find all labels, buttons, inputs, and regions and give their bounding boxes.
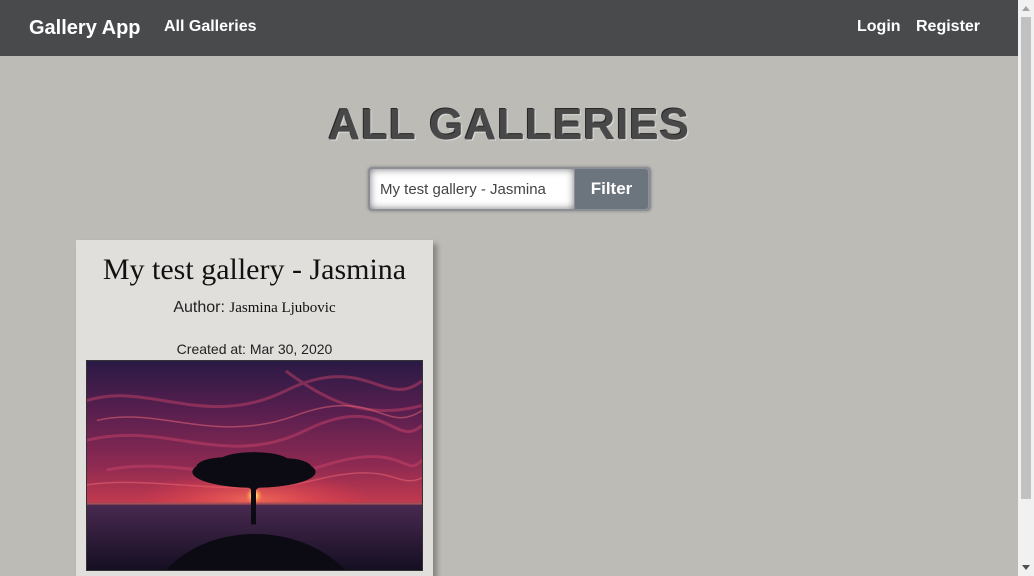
main-content: ALL GALLERIES Filter My test gallery - J… [0, 56, 1018, 576]
created-label: Created at: [176, 341, 246, 357]
gallery-card: My test gallery - Jasmina Author: Jasmin… [76, 240, 433, 576]
scroll-down-button[interactable] [1018, 559, 1034, 576]
page-scrollbar[interactable] [1018, 0, 1034, 576]
author-label: Author: [173, 299, 225, 316]
gallery-author: Author: Jasmina Ljubovic [76, 298, 433, 318]
navbar: Gallery App All Galleries Login Register [0, 0, 1018, 56]
triangle-up-icon [1022, 6, 1030, 11]
nav-login-link[interactable]: Login [857, 17, 901, 37]
gallery-title-link[interactable]: My test gallery - Jasmina [76, 252, 433, 288]
page-title: ALL GALLERIES [328, 100, 690, 149]
scroll-up-button[interactable] [1018, 0, 1034, 17]
gallery-cover-image[interactable] [86, 360, 423, 571]
scrollbar-thumb[interactable] [1021, 17, 1031, 499]
filter-form: Filter [368, 167, 651, 211]
filter-input[interactable] [370, 169, 574, 209]
triangle-down-icon [1022, 565, 1030, 570]
gallery-created-at: Created at: Mar 30, 2020 [76, 341, 433, 357]
filter-button[interactable]: Filter [575, 169, 648, 209]
created-date: Mar 30, 2020 [249, 341, 333, 357]
brand-link[interactable]: Gallery App [29, 15, 141, 41]
nav-all-galleries-link[interactable]: All Galleries [164, 17, 257, 37]
nav-register-link[interactable]: Register [916, 17, 980, 37]
author-name-link[interactable]: Jasmina Ljubovic [229, 300, 335, 316]
